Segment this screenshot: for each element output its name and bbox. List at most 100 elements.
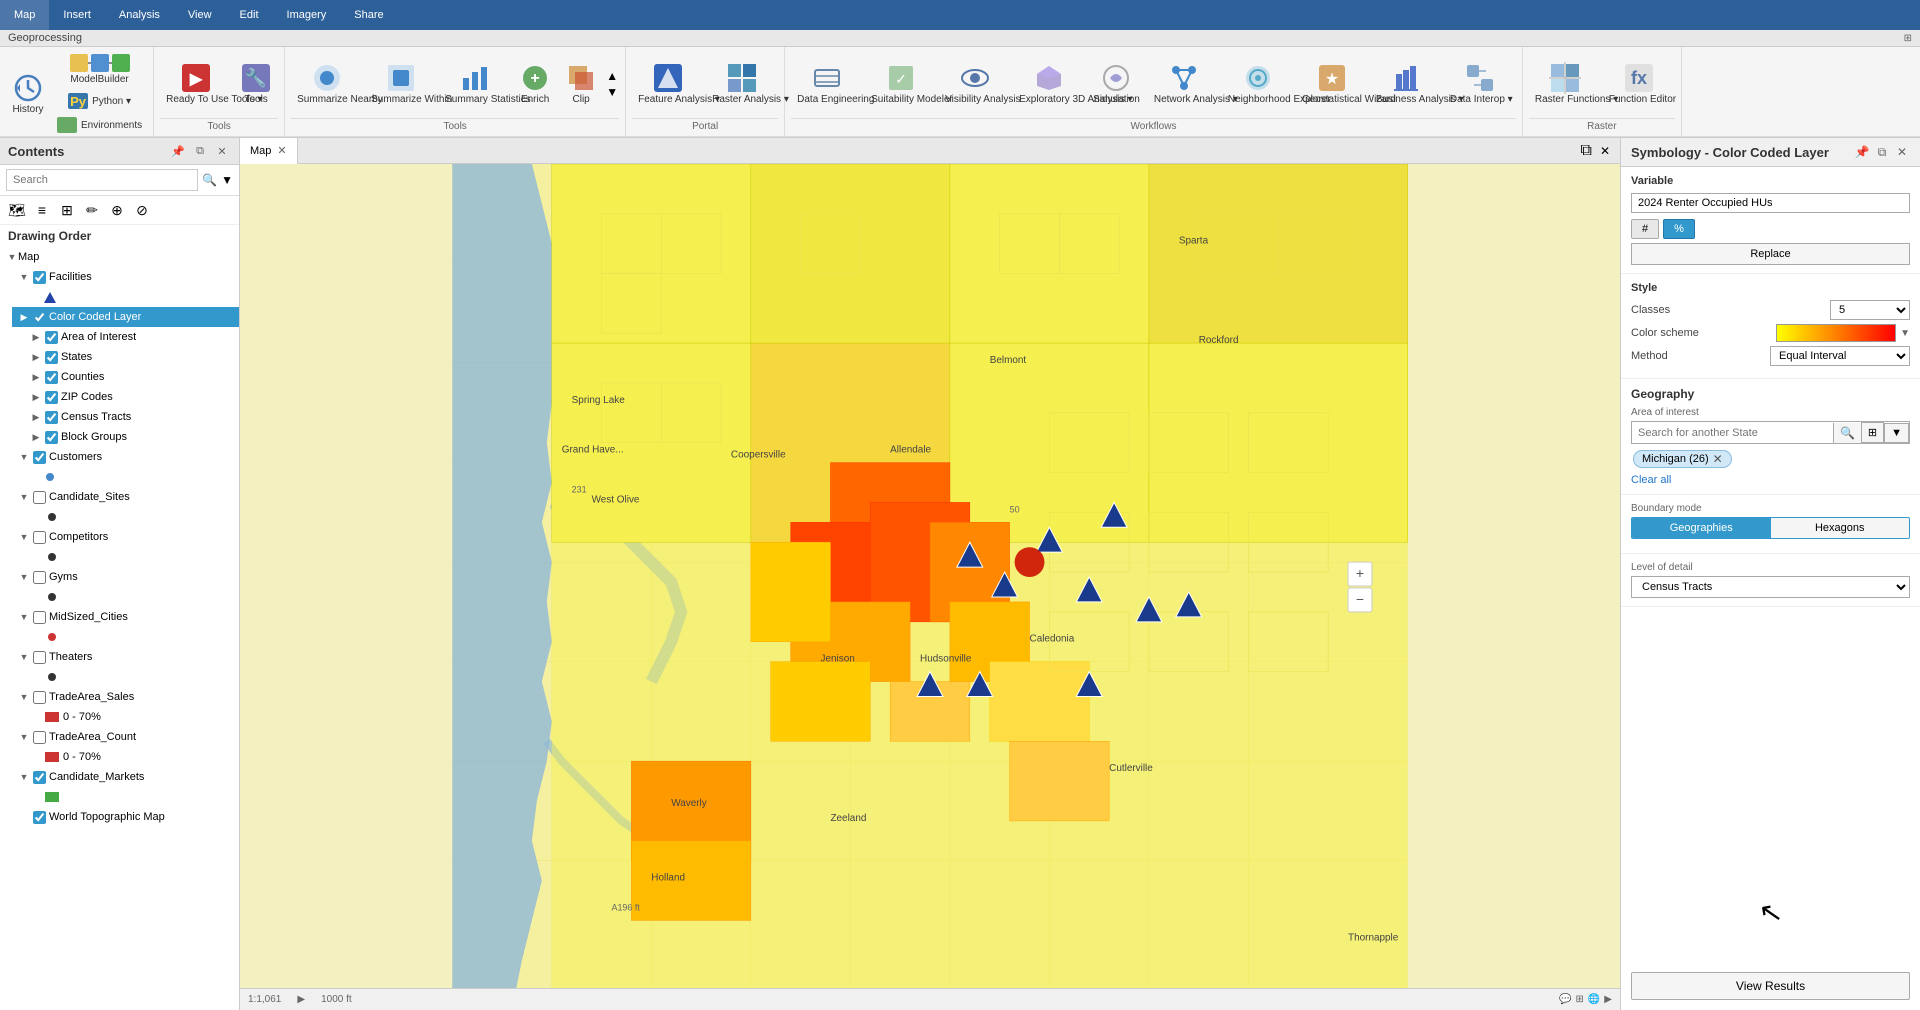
enrich-button[interactable]: + Enrich	[513, 58, 557, 110]
search-aoi-search-btn[interactable]: 🔍	[1833, 423, 1861, 443]
simulation-button[interactable]: Simulation	[1087, 58, 1146, 110]
expand-map[interactable]: ▼	[6, 251, 18, 263]
check-block[interactable]	[45, 431, 58, 444]
tools-scroll-down[interactable]: ▼	[605, 85, 619, 99]
expand-block[interactable]: ▶	[30, 431, 42, 443]
panel-pin-btn[interactable]: 📌	[1854, 144, 1870, 160]
visibility-analysis-button[interactable]: Visibility Analysis	[939, 58, 1011, 110]
check-tradearea-sales[interactable]	[33, 691, 46, 704]
tab-share[interactable]: Share	[340, 0, 397, 30]
layer-candidate-sites[interactable]: ▼ Candidate_Sites	[12, 487, 239, 507]
layer-world-topo[interactable]: ▼ World Topographic Map	[12, 807, 239, 827]
replace-btn[interactable]: Replace	[1631, 243, 1910, 265]
layer-facilities[interactable]: ▼ Facilities	[12, 267, 239, 287]
sidebar-tool-clear-icon[interactable]: ⊘	[131, 199, 153, 221]
layer-theaters[interactable]: ▼ Theaters	[12, 647, 239, 667]
check-counties[interactable]	[45, 371, 58, 384]
layer-tradearea-sales[interactable]: ▼ TradeArea_Sales	[12, 687, 239, 707]
check-competitors[interactable]	[33, 531, 46, 544]
tab-analysis[interactable]: Analysis	[105, 0, 174, 30]
search-another-state-input[interactable]	[1632, 424, 1833, 442]
search-aoi-extra-btn-2[interactable]: ▼	[1884, 423, 1909, 443]
raster-functions-button[interactable]: Raster Functions ▾	[1529, 58, 1601, 110]
tab-imagery[interactable]: Imagery	[273, 0, 341, 30]
map-status-icon-1[interactable]: 💬	[1559, 994, 1571, 1005]
sidebar-tool-layer-icon[interactable]: ≡	[31, 199, 53, 221]
check-census[interactable]	[45, 411, 58, 424]
data-interop-button[interactable]: Data Interop ▾	[1444, 58, 1516, 110]
sidebar-tool-table-icon[interactable]: ⊞	[56, 199, 78, 221]
map-maximize-btn[interactable]: ⧉	[1577, 142, 1596, 160]
sidebar-search-icon[interactable]: 🔍	[202, 173, 217, 187]
expand-states[interactable]: ▶	[30, 351, 42, 363]
geostatistical-wizard-button[interactable]: ★ Geostatistical Wizard	[1296, 58, 1368, 110]
check-color-coded[interactable]	[33, 311, 46, 324]
check-tradearea-count[interactable]	[33, 731, 46, 744]
layer-gyms[interactable]: ▼ Gyms	[12, 567, 239, 587]
modelbuilder-button[interactable]: ModelBuilder	[52, 51, 147, 88]
check-candidate-sites[interactable]	[33, 491, 46, 504]
raster-analysis-button[interactable]: Raster Analysis ▾	[706, 58, 778, 110]
geoprocessing-expand-icon[interactable]: ⊞	[1904, 33, 1912, 44]
layer-area-of-interest[interactable]: ▶ Area of Interest	[24, 327, 239, 347]
map-tab-close-btn[interactable]: ✕	[277, 144, 286, 157]
clip-button[interactable]: Clip	[559, 58, 603, 110]
layer-zip-codes[interactable]: ▶ ZIP Codes	[24, 387, 239, 407]
check-states[interactable]	[45, 351, 58, 364]
hexagons-btn[interactable]: Hexagons	[1771, 518, 1910, 538]
tab-map[interactable]: Map	[0, 0, 49, 30]
expand-tradearea-count[interactable]: ▼	[18, 731, 30, 743]
layer-counties[interactable]: ▶ Counties	[24, 367, 239, 387]
sidebar-search-input[interactable]	[6, 169, 198, 191]
check-facilities[interactable]	[33, 271, 46, 284]
view-results-btn[interactable]: View Results	[1631, 972, 1910, 1000]
expand-tradearea-sales[interactable]: ▼	[18, 691, 30, 703]
geographies-btn[interactable]: Geographies	[1632, 518, 1771, 538]
expand-zip[interactable]: ▶	[30, 391, 42, 403]
expand-color-coded[interactable]: ▶	[18, 311, 30, 323]
layer-candidate-markets[interactable]: ▼ Candidate_Markets	[12, 767, 239, 787]
check-customers[interactable]	[33, 451, 46, 464]
sidebar-tool-map-icon[interactable]: 🗺	[6, 199, 28, 221]
layer-census-tracts[interactable]: ▶ Census Tracts	[24, 407, 239, 427]
feature-analysis-button[interactable]: Feature Analysis ▾	[632, 58, 704, 110]
tools-button[interactable]: 🔧 Tools	[234, 58, 278, 110]
expand-candidate-sites[interactable]: ▼	[18, 491, 30, 503]
panel-float-btn[interactable]: ⧉	[1874, 144, 1890, 160]
network-analysis-button[interactable]: Network Analysis ▾	[1148, 58, 1220, 110]
history-button[interactable]: History	[6, 68, 50, 120]
function-editor-button[interactable]: fx Function Editor	[1603, 58, 1675, 110]
check-candidate-markets[interactable]	[33, 771, 46, 784]
expand-theaters[interactable]: ▼	[18, 651, 30, 663]
expand-competitors[interactable]: ▼	[18, 531, 30, 543]
suitability-modeler-button[interactable]: ✓ Suitability Modeler	[865, 58, 937, 110]
check-world-topo[interactable]	[33, 811, 46, 824]
neighborhood-explorer-button[interactable]: Neighborhood Explorer	[1222, 58, 1294, 110]
expand-counties[interactable]: ▶	[30, 371, 42, 383]
check-theaters[interactable]	[33, 651, 46, 664]
summarize-nearby-button[interactable]: Summarize Nearby	[291, 58, 363, 110]
ready-to-use-button[interactable]: ▶ Ready To Use Tools ▾	[160, 58, 232, 110]
color-bar[interactable]	[1776, 324, 1896, 342]
map-close-btn[interactable]: ✕	[1596, 144, 1614, 158]
panel-close-btn[interactable]: ✕	[1894, 144, 1910, 160]
check-gyms[interactable]	[33, 571, 46, 584]
map-status-icon-3[interactable]: 🌐	[1588, 994, 1600, 1005]
exploratory-3d-button[interactable]: Exploratory 3D Analysis ▾	[1013, 58, 1085, 110]
tab-edit[interactable]: Edit	[226, 0, 273, 30]
summarize-within-button[interactable]: Summarize Within	[365, 58, 437, 110]
expand-midsized[interactable]: ▼	[18, 611, 30, 623]
check-aoi[interactable]	[45, 331, 58, 344]
check-zip[interactable]	[45, 391, 58, 404]
map-status-icon-4[interactable]: ▶	[1604, 994, 1612, 1005]
hash-btn[interactable]: #	[1631, 219, 1659, 239]
method-select[interactable]: Equal Interval Natural Breaks Quantile S…	[1770, 346, 1910, 366]
summary-statistics-button[interactable]: Summary Statistics	[439, 58, 511, 110]
sidebar-tool-edit-icon[interactable]: ✏	[81, 199, 103, 221]
layer-competitors[interactable]: ▼ Competitors	[12, 527, 239, 547]
sidebar-pin-btn[interactable]: 📌	[169, 142, 187, 160]
map-tab[interactable]: Map ✕	[240, 138, 298, 164]
layer-customers[interactable]: ▼ Customers	[12, 447, 239, 467]
environments-button[interactable]: Environments	[52, 114, 147, 136]
layer-states[interactable]: ▶ States	[24, 347, 239, 367]
